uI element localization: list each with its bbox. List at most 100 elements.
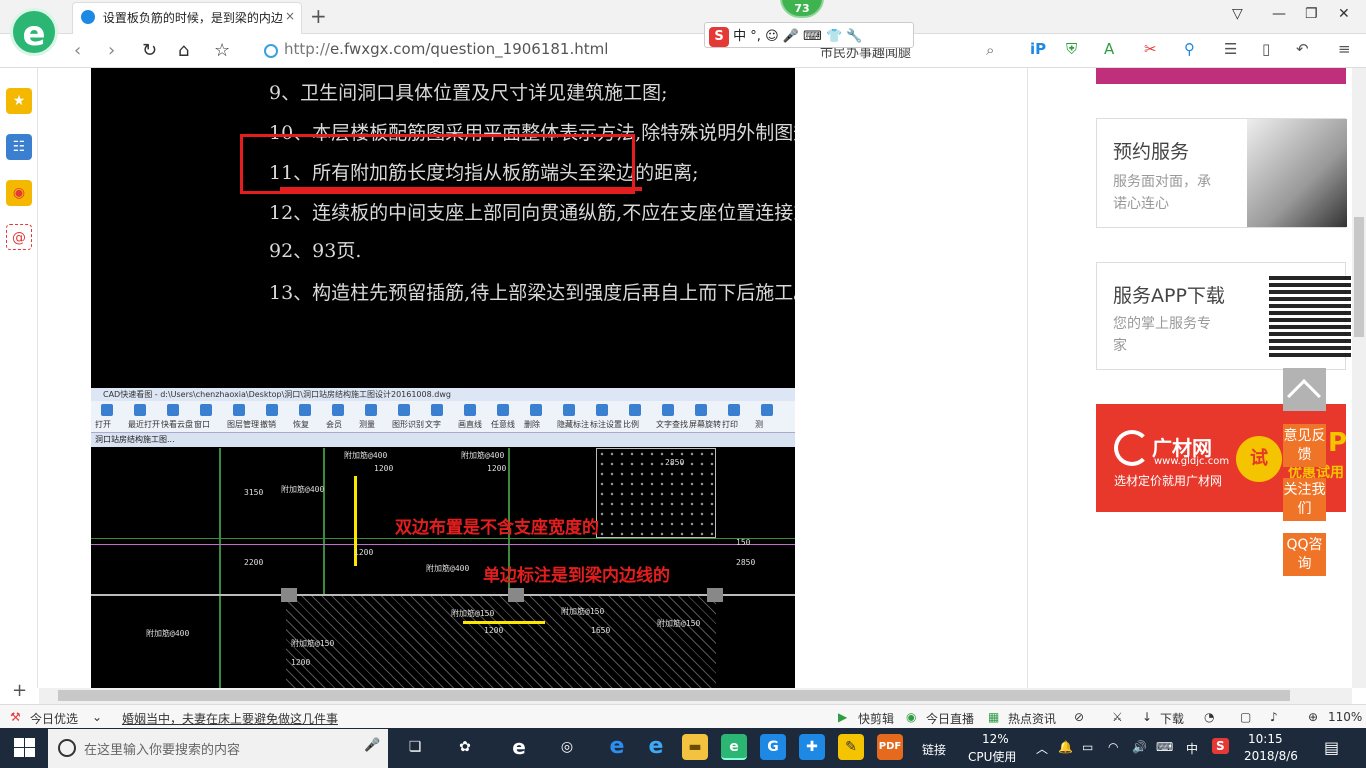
cad-tool-label[interactable]: 比例 <box>623 419 639 430</box>
clock-date[interactable]: 2018/8/6 <box>1244 749 1298 763</box>
tray-bell-icon[interactable]: 🔔 <box>1058 740 1073 754</box>
cad-tool-icon[interactable] <box>266 404 278 416</box>
cad-tool-label[interactable]: 恢复 <box>293 419 309 430</box>
address-bar[interactable]: http://e.fwxgx.com/question_1906181.html <box>284 40 608 58</box>
shield-icon[interactable]: ⛨ <box>1066 40 1077 58</box>
cad-tool-label[interactable]: 图形识别 <box>392 419 424 430</box>
cad-tool-icon[interactable] <box>233 404 245 416</box>
cad-tool-label[interactable]: 屏幕旋转 <box>689 419 721 430</box>
menu-grid-icon[interactable]: ☰ <box>1224 40 1237 58</box>
cad-tool-label[interactable]: 测 <box>755 419 763 430</box>
tab-close-icon[interactable]: × <box>285 9 295 23</box>
cad-tool-icon[interactable] <box>200 404 212 416</box>
cad-tool-icon[interactable] <box>464 404 476 416</box>
cad-tool-label[interactable]: 删除 <box>524 419 540 430</box>
cad-tool-label[interactable]: 打开 <box>95 419 111 430</box>
tray-ime[interactable]: 中 <box>1186 740 1198 757</box>
translate-icon[interactable]: A <box>1104 40 1114 58</box>
cad-tool-icon[interactable] <box>431 404 443 416</box>
fan-app-icon[interactable]: ✿ <box>452 734 478 760</box>
browser-logo-icon[interactable]: e <box>10 8 58 56</box>
kuaijian-link[interactable]: 快剪辑 <box>858 710 894 727</box>
ime-mode[interactable]: 中 <box>733 29 746 44</box>
follow-us-button[interactable]: 关注我们 <box>1283 478 1326 521</box>
edge-e-icon[interactable]: e <box>506 734 532 760</box>
cad-tool-icon[interactable] <box>596 404 608 416</box>
windows-start-icon[interactable] <box>14 738 36 758</box>
cad-tool-label[interactable]: 撤销 <box>260 419 276 430</box>
sidebar-add-icon[interactable]: + <box>12 680 27 701</box>
news-link[interactable]: 婚姻当中，夫妻在床上要避免做这几件事 <box>122 710 338 727</box>
back-icon[interactable]: ‹ <box>74 40 81 61</box>
cad-tool-icon[interactable] <box>398 404 410 416</box>
speed-icon[interactable]: ⊘ <box>1074 710 1084 724</box>
home-icon[interactable]: ⌂ <box>178 40 189 61</box>
cad-tool-icon[interactable] <box>299 404 311 416</box>
edge-icon[interactable]: e <box>604 734 630 760</box>
tools-icon[interactable]: ⚔ <box>1112 710 1123 724</box>
ime-toolbar[interactable]: S 中 °, ☺ 🎤 ⌨ 👕 🔧 <box>704 22 914 48</box>
today-pick-icon[interactable]: ⚒ <box>10 710 21 724</box>
tray-wifi-icon[interactable]: ◠ <box>1108 740 1118 754</box>
vertical-scrollbar[interactable] <box>1352 68 1366 688</box>
cad-tool-label[interactable]: 测量 <box>359 419 375 430</box>
download-link[interactable]: 下载 <box>1160 710 1184 727</box>
top-banner-ad[interactable] <box>1096 68 1346 84</box>
pdf-app-icon[interactable]: PDF <box>877 734 903 760</box>
booking-service-card[interactable]: 预约服务 服务面对面，承 诺心连心 <box>1096 118 1347 228</box>
clock-icon[interactable]: ◔ <box>1204 710 1214 724</box>
cad-tool-label[interactable]: 会员 <box>326 419 342 430</box>
qq-consult-button[interactable]: QQ咨询 <box>1283 533 1326 576</box>
tray-up-icon[interactable]: ︿ <box>1036 740 1048 757</box>
download-icon[interactable]: ↓ <box>1142 710 1152 724</box>
live-icon[interactable]: ◉ <box>906 710 916 724</box>
kuaijian-icon[interactable]: ▶ <box>838 710 847 724</box>
new-tab-button[interactable]: + <box>310 4 327 28</box>
cad-tool-label[interactable]: 画直线 <box>458 419 482 430</box>
mic-icon[interactable]: 🎤 <box>364 738 380 753</box>
sidebar-reader-icon[interactable]: ☷ <box>6 134 32 160</box>
cad-tool-label[interactable]: 图层管理 <box>227 419 259 430</box>
sidebar-mail-icon[interactable]: @ <box>6 224 32 250</box>
file-explorer-icon[interactable]: ▬ <box>682 734 708 760</box>
ad-block-icon[interactable]: iP <box>1030 40 1046 58</box>
skin-icon[interactable]: 👕 <box>826 29 842 44</box>
cad-tool-icon[interactable] <box>497 404 509 416</box>
volume-icon[interactable]: ♪ <box>1270 710 1278 724</box>
screenshot-icon[interactable]: ✂ <box>1144 40 1157 58</box>
cad-tool-label[interactable]: 快看云盘 <box>161 419 193 430</box>
undo-icon[interactable]: ↶ <box>1296 40 1309 58</box>
refresh-icon[interactable]: ↻ <box>142 40 157 61</box>
taskbar-link-label[interactable]: 链接 <box>922 741 946 758</box>
app-download-card[interactable]: 服务APP下载 您的掌上服务专 家 <box>1096 262 1351 370</box>
cad-tool-icon[interactable] <box>728 404 740 416</box>
cad-tool-label[interactable]: 打印 <box>722 419 738 430</box>
live-link[interactable]: 今日直播 <box>926 710 974 727</box>
hot-news-link[interactable]: 热点资讯 <box>1008 710 1056 727</box>
tray-battery-icon[interactable]: ▭ <box>1082 740 1093 754</box>
action-center-icon[interactable]: ▤ <box>1324 738 1339 757</box>
keyboard-icon[interactable]: ⌨ <box>803 29 822 44</box>
vertical-scroll-thumb[interactable] <box>1354 217 1364 337</box>
more-menu-icon[interactable]: ≡ <box>1338 40 1351 58</box>
cad-tool-label[interactable]: 标注设置 <box>590 419 622 430</box>
feedback-button[interactable]: 意见反馈 <box>1283 424 1326 467</box>
cad-tool-icon[interactable] <box>629 404 641 416</box>
cad-tool-icon[interactable] <box>101 404 113 416</box>
cad-tool-icon[interactable] <box>365 404 377 416</box>
ie-icon[interactable]: e <box>643 734 669 760</box>
minimize-button[interactable]: — <box>1272 6 1286 22</box>
zoom-level[interactable]: 110% <box>1328 710 1362 724</box>
forward-icon[interactable]: › <box>108 40 115 61</box>
zoom-icon[interactable]: ⊕ <box>1308 710 1318 724</box>
tray-sogou-icon[interactable]: S <box>1212 738 1229 754</box>
sidebar-weibo-icon[interactable]: ◉ <box>6 180 32 206</box>
tray-volume-icon[interactable]: 🔊 <box>1132 740 1147 754</box>
clock-time[interactable]: 10:15 <box>1248 732 1283 746</box>
search-icon[interactable]: ⌕ <box>986 41 994 59</box>
cad-tool-label[interactable]: 任意线 <box>491 419 515 430</box>
horizontal-scroll-thumb[interactable] <box>58 690 1290 701</box>
cad-tool-icon[interactable] <box>167 404 179 416</box>
window-icon[interactable]: ▢ <box>1240 710 1251 724</box>
pin-icon[interactable]: ▽ <box>1232 6 1243 22</box>
